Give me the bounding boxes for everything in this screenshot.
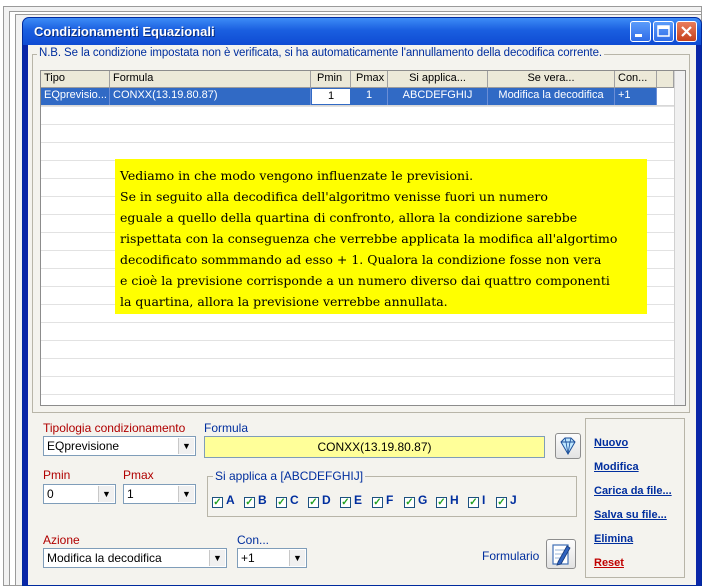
cell-tipo[interactable]: EQprevisio... (41, 88, 110, 105)
pmin-value: 0 (47, 487, 54, 501)
nuovo-link[interactable]: Nuovo (594, 437, 628, 449)
carica-da-file-link[interactable]: Carica da file... (594, 485, 672, 497)
tipologia-select[interactable]: EQprevisione ▼ (43, 436, 196, 456)
explanation-note: Vediamo in che modo vengono influenzate … (115, 159, 647, 314)
elimina-link[interactable]: Elimina (594, 533, 633, 545)
formulario-label: Formulario (482, 549, 540, 563)
check-icon: ✓ (276, 497, 287, 508)
diamond-icon (560, 437, 576, 455)
check-icon: ✓ (340, 497, 351, 508)
grid-header-row: Tipo Formula Pmin Pmax Si applica... Se … (41, 71, 674, 88)
con-label: Con... (237, 533, 270, 547)
grid-scrollbar-track[interactable] (674, 71, 685, 405)
check-icon: ✓ (244, 497, 255, 508)
chevron-down-icon[interactable]: ▼ (209, 550, 225, 566)
column-header-tipo[interactable]: Tipo (41, 71, 110, 87)
checkbox-g[interactable]: ✓ G (404, 493, 427, 508)
diamond-button[interactable] (555, 433, 581, 459)
checkbox-f[interactable]: ✓ F (372, 493, 393, 508)
azione-value: Modifica la decodifica (47, 551, 162, 565)
formulario-button[interactable] (546, 539, 576, 569)
formula-label: Formula (204, 421, 249, 435)
note-line: Vediamo in che modo vengono influenzate … (120, 168, 474, 183)
minimize-icon[interactable] (630, 21, 651, 42)
checkbox-d[interactable]: ✓ D (308, 493, 331, 508)
column-header-spacer (657, 71, 674, 87)
pmax-value: 1 (127, 487, 134, 501)
con-value: +1 (241, 551, 255, 565)
check-icon: ✓ (308, 497, 319, 508)
con-select[interactable]: +1 ▼ (237, 548, 307, 568)
column-header-si-applica[interactable]: Si applica... (388, 71, 488, 87)
column-header-pmin[interactable]: Pmin (311, 71, 351, 87)
check-icon: ✓ (436, 497, 447, 508)
chevron-down-icon[interactable]: ▼ (178, 438, 194, 454)
cell-se-vera[interactable]: Modifica la decodifica (488, 88, 615, 105)
pmax-select[interactable]: 1 ▼ (123, 484, 196, 504)
check-icon: ✓ (468, 497, 479, 508)
notebook-pen-icon (552, 544, 571, 566)
azione-label: Azione (43, 533, 80, 547)
column-header-con[interactable]: Con... (615, 71, 657, 87)
column-header-se-vera[interactable]: Se vera... (488, 71, 615, 87)
note-line: decodificato sommmando ad esso + 1. Qual… (120, 252, 602, 267)
pmax-label: Pmax (123, 468, 154, 482)
checkbox-h[interactable]: ✓ H (436, 493, 459, 508)
note-line: e cioè la previsione corrisponde a un nu… (120, 273, 610, 288)
cell-con[interactable]: +1 (615, 88, 657, 105)
checkbox-i[interactable]: ✓ I (468, 493, 485, 508)
chevron-down-icon[interactable]: ▼ (98, 486, 114, 502)
modifica-link[interactable]: Modifica (594, 461, 639, 473)
check-icon: ✓ (372, 497, 383, 508)
table-row[interactable]: EQprevisio... CONXX(13.19.80.87) 1 1 ABC… (41, 88, 674, 106)
tipologia-value: EQprevisione (47, 439, 120, 453)
checkbox-a[interactable]: ✓ A (212, 493, 235, 508)
maximize-icon[interactable] (653, 21, 674, 42)
check-icon: ✓ (496, 497, 507, 508)
checkbox-j[interactable]: ✓ J (496, 493, 517, 508)
cell-pmin[interactable]: 1 (311, 88, 351, 105)
conditioning-window: Condizionamenti Equazionali N.B. Se la c… (22, 17, 702, 586)
notice-text: N.B. Se la condizione impostata non è ve… (37, 47, 605, 59)
pmin-label: Pmin (43, 468, 71, 482)
note-line: eguale a quello della quartina di confro… (120, 210, 578, 225)
checkbox-b[interactable]: ✓ B (244, 493, 267, 508)
pmin-select[interactable]: 0 ▼ (43, 484, 116, 504)
column-header-pmax[interactable]: Pmax (351, 71, 388, 87)
window-client-area: N.B. Se la condizione impostata non è ve… (28, 45, 696, 585)
chevron-down-icon[interactable]: ▼ (178, 486, 194, 502)
note-line: rispettata con la conseguenza che verreb… (120, 231, 618, 246)
reset-link[interactable]: Reset (594, 557, 624, 569)
check-icon: ✓ (404, 497, 415, 508)
window-title: Condizionamenti Equazionali (34, 24, 215, 39)
cell-si-applica[interactable]: ABCDEFGHIJ (388, 88, 488, 105)
salva-su-file-link[interactable]: Salva su file... (594, 509, 667, 521)
close-icon[interactable] (676, 21, 697, 42)
azione-select[interactable]: Modifica la decodifica ▼ (43, 548, 227, 568)
formula-field[interactable]: CONXX(13.19.80.87) (204, 436, 545, 458)
column-header-formula[interactable]: Formula (110, 71, 311, 87)
check-icon: ✓ (212, 497, 223, 508)
cell-formula[interactable]: CONXX(13.19.80.87) (110, 88, 311, 105)
cell-pmax[interactable]: 1 (351, 88, 388, 105)
si-applica-label: Si applica a [ABCDEFGHIJ] (213, 469, 366, 483)
note-line: la quartina, allora la previsione verreb… (120, 294, 448, 309)
note-line: Se in seguito alla decodifica dell'algor… (120, 189, 548, 204)
tipologia-label: Tipologia condizionamento (43, 421, 186, 435)
checkbox-c[interactable]: ✓ C (276, 493, 299, 508)
chevron-down-icon[interactable]: ▼ (289, 550, 305, 566)
checkbox-e[interactable]: ✓ E (340, 493, 362, 508)
title-bar[interactable]: Condizionamenti Equazionali (23, 18, 701, 45)
